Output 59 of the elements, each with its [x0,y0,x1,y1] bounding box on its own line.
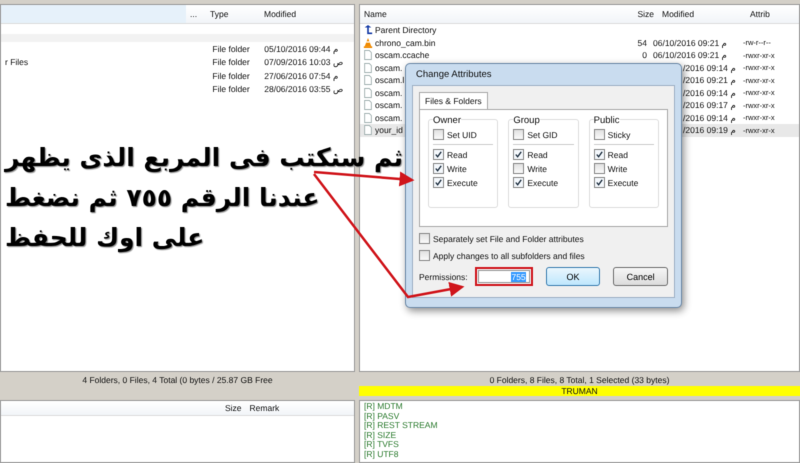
file-type: File folder [212,70,251,81]
checkbox-label: Write [608,164,628,174]
file-modified: 28/06/2016 03:55 ص [264,84,345,94]
checkbox-label: Read [608,150,628,160]
file-modified: 06/10/2016 09:21 م [653,50,728,60]
checkbox-label: Sticky [608,130,630,140]
file-size: 54 [638,38,647,48]
file-name: oscam. [375,100,402,110]
dialog-title: Change Attributes [415,68,492,82]
annotation-text: على اوك للحفظ [5,222,204,254]
file-name: chrono_cam.bin [375,38,436,48]
file-modified: 27/06/2016 07:54 م [264,70,340,81]
file-name: oscam. [375,88,402,98]
checkbox-label: Execute [527,178,558,188]
log-line: [R] MDTM [364,402,404,412]
checkbox-label: Execute [608,178,638,188]
file-modified: /2016 09:14 م [683,88,736,98]
annotation-text: عندنا الرقم ٧٥٥ ثم نضغط [5,182,320,214]
file-modified: /2016 09:21 م [683,75,736,86]
checkbox-label: Separately set File and Folder attributes [433,234,584,244]
file-name: r Files [5,57,28,68]
log-line: [R] SIZE [364,430,398,440]
file-type: File folder [212,44,251,54]
file-name: oscam.l [375,75,404,86]
log-line: [R] TVFS [364,440,400,450]
file-name: your_id [375,125,403,136]
log-line: [R] PASV [364,412,400,421]
checkbox-label: Write [527,164,548,174]
file-modified: /2016 09:14 م [683,62,736,73]
annotation-text: ثم سنكتب فى المربع الذى يظهر [5,142,404,174]
file-name: oscam.ccache [375,50,430,60]
server-banner: TRUMAN [359,386,800,396]
log-line: [R] REST STREAM [364,421,439,430]
status-text: 4 Folders, 0 Files, 4 Total (0 bytes / 25.87 GB Free [82,375,273,385]
checkbox-label: Read [527,150,548,160]
field-label: Permissions: [419,272,468,282]
file-modified: 05/10/2016 09:44 م [264,44,340,54]
file-name: oscam. [375,112,402,123]
group-title: Public [594,115,620,126]
file-modified: /2016 09:17 م [683,100,736,110]
file-size: 0 [642,50,647,60]
file-type: File folder [212,84,251,94]
checkbox-label: Apply changes to all subfolders and files [433,250,585,260]
checkbox-label: Write [447,164,467,174]
file-modified: /2016 09:14 م [683,112,736,123]
file-modified: 06/10/2016 09:21 م [653,38,728,48]
file-modified: /2016 09:19 م [683,125,736,136]
file-name: oscam. [375,62,402,73]
log-line: [R] UTF8 [364,450,400,459]
file-name: Parent Directory [375,25,436,36]
file-modified: 07/09/2016 10:03 ص [264,57,345,68]
group-title: Group [513,115,540,126]
checkbox-label: Set GID [527,130,558,140]
status-text: 0 Folders, 8 Files, 8 Total, 1 Selected (33 bytes) [490,375,670,385]
checkbox-label: Read [447,150,468,160]
checkbox-label: Execute [447,178,478,188]
checkbox-label: Set UID [447,130,477,140]
file-type: File folder [212,57,251,68]
group-title: Owner [433,115,461,126]
